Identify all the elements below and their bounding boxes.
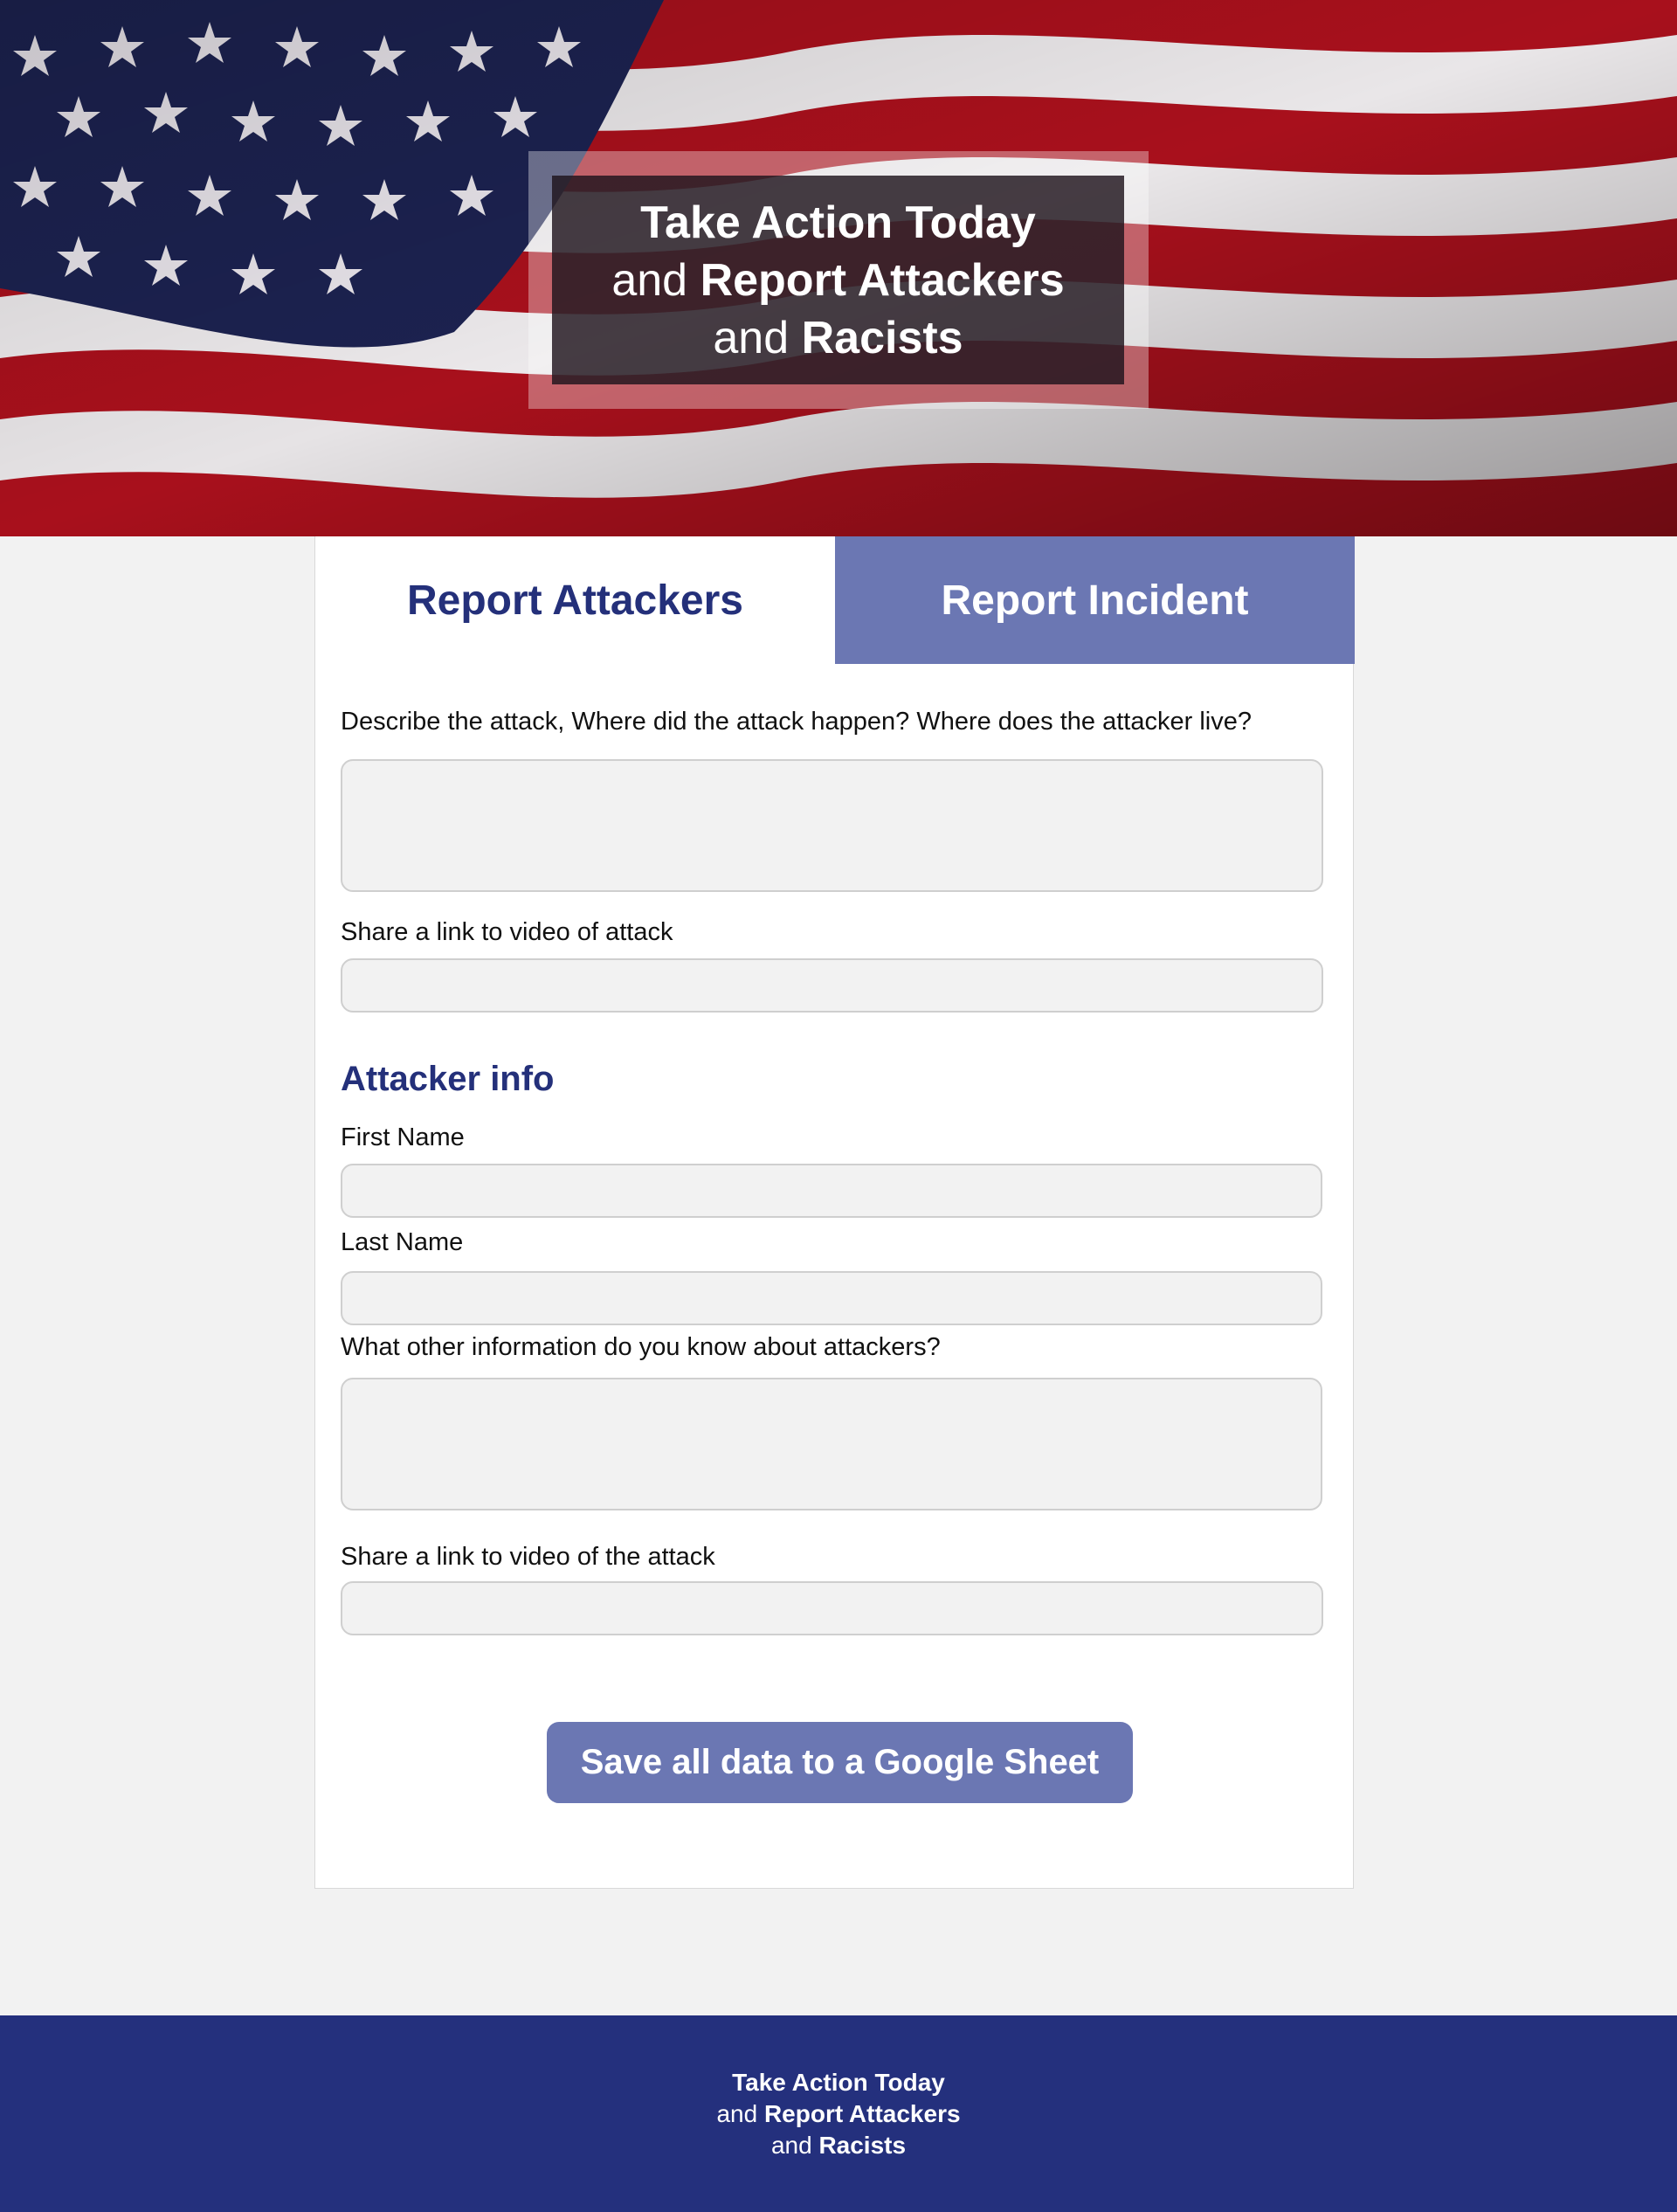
other-info-textarea[interactable]: [341, 1378, 1322, 1510]
other-info-label: What other information do you know about…: [341, 1333, 941, 1361]
tab-report-attackers[interactable]: Report Attackers: [315, 536, 835, 664]
report-form-card: Report Attackers Report Incident Describ…: [314, 536, 1355, 1889]
save-to-google-sheet-button[interactable]: Save all data to a Google Sheet: [547, 1722, 1133, 1803]
hero-title-line1: Take Action Today: [640, 197, 1036, 248]
hero-title-and-2: and: [713, 312, 790, 363]
describe-attack-label: Describe the attack, Where did the attac…: [341, 708, 1252, 736]
footer-and-2: and: [770, 2131, 812, 2159]
footer: Take Action Today and Report Attackers a…: [0, 2015, 1677, 2212]
describe-attack-textarea[interactable]: [341, 759, 1323, 892]
hero-title: Take Action Today and Report Attackers a…: [552, 176, 1124, 384]
hero-title-frame: Take Action Today and Report Attackers a…: [528, 151, 1149, 409]
video-link-input[interactable]: [341, 958, 1323, 1013]
first-name-input[interactable]: [341, 1164, 1322, 1218]
hero-title-line2: Report Attackers: [700, 254, 1065, 306]
video-link2-label: Share a link to video of the attack: [341, 1543, 715, 1571]
attacker-info-heading: Attacker info: [341, 1060, 555, 1098]
hero-title-and-1: and: [611, 254, 688, 306]
last-name-label: Last Name: [341, 1228, 464, 1256]
footer-line3: Racists: [818, 2131, 907, 2159]
video-link2-input[interactable]: [341, 1581, 1323, 1635]
tab-report-incident[interactable]: Report Incident: [835, 536, 1355, 664]
footer-line2: Report Attackers: [763, 2099, 961, 2127]
footer-line1: Take Action Today: [732, 2068, 945, 2096]
last-name-input[interactable]: [341, 1271, 1322, 1325]
video-link-label: Share a link to video of attack: [341, 918, 673, 946]
footer-and-1: and: [716, 2099, 758, 2127]
hero-title-line3: Racists: [801, 312, 963, 363]
tab-bar: Report Attackers Report Incident: [315, 536, 1355, 664]
hero-banner: Take Action Today and Report Attackers a…: [0, 0, 1677, 536]
first-name-label: First Name: [341, 1123, 465, 1151]
